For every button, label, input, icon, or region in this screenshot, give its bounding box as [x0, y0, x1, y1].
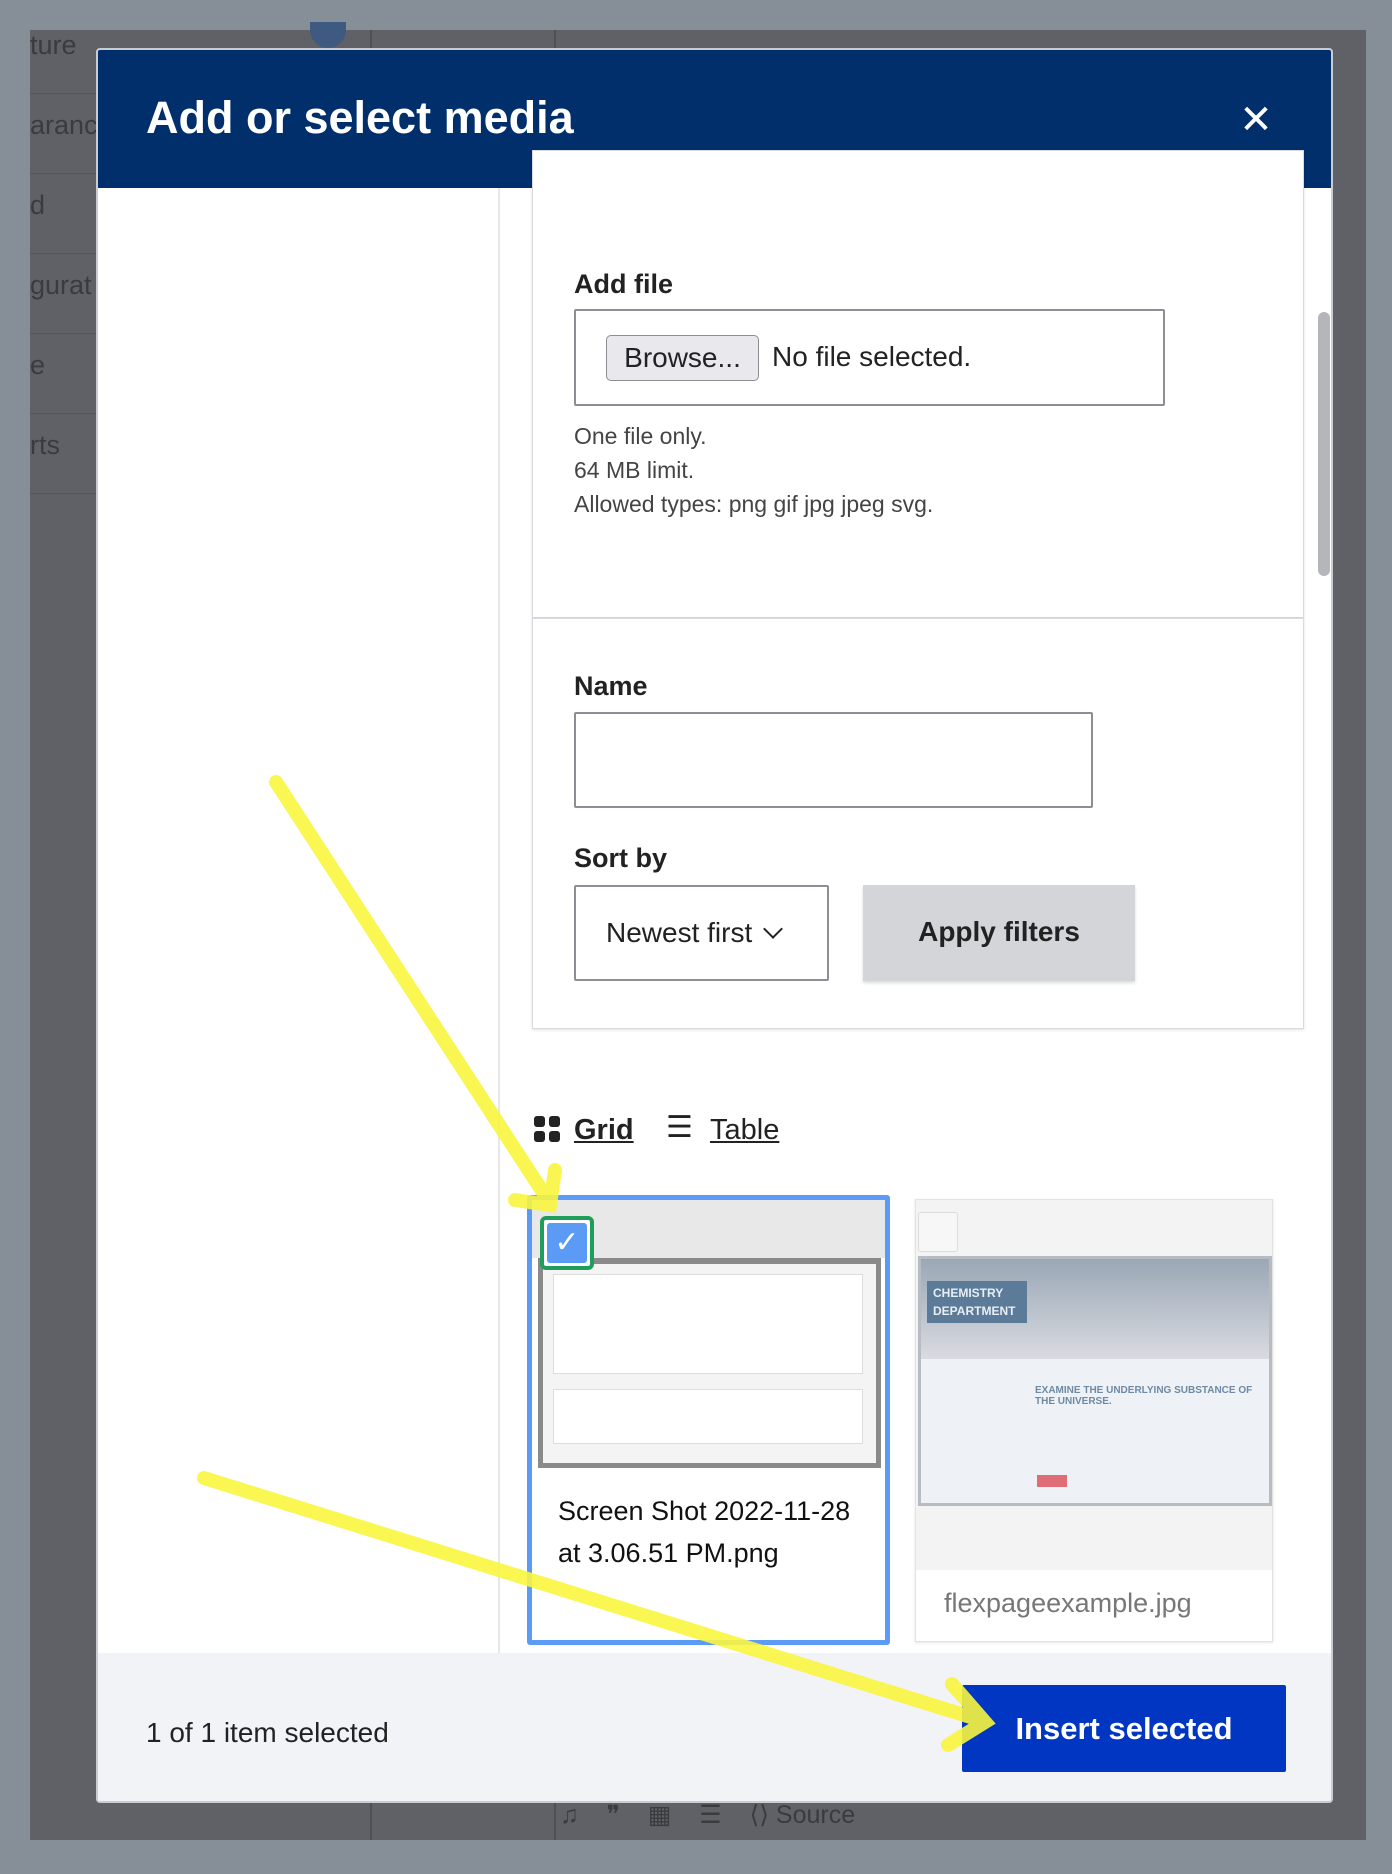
annotation-arrow — [197, 1471, 996, 1752]
annotation-arrows — [197, 775, 996, 1752]
annotation-arrow — [269, 775, 562, 1213]
